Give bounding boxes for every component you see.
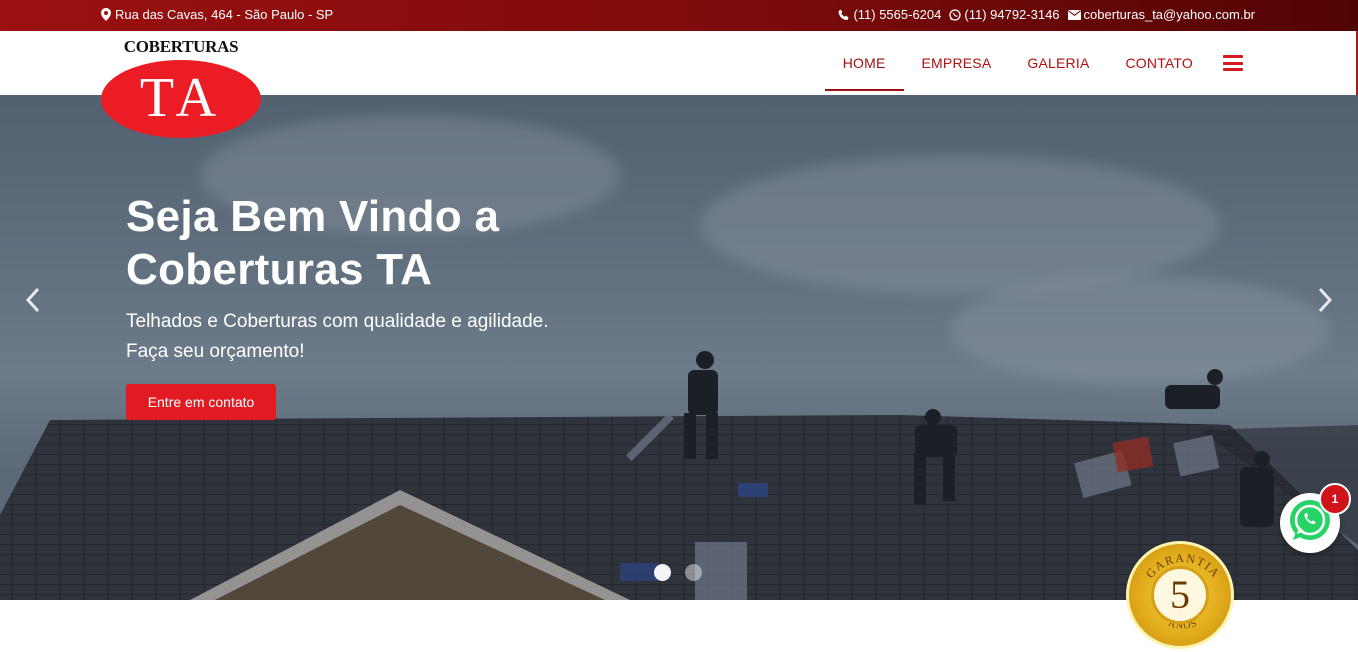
hero-title: Seja Bem Vindo a Coberturas TA bbox=[126, 192, 500, 294]
hero-slider: Seja Bem Vindo a Coberturas TA Telhados … bbox=[0, 95, 1358, 600]
contact-info: (11) 5565-6204 (11) 94792-3146 cobertura… bbox=[838, 7, 1255, 22]
envelope-icon bbox=[1067, 9, 1081, 20]
map-marker-icon bbox=[101, 8, 111, 21]
address-text: Rua das Cavas, 464 - São Paulo - SP bbox=[115, 7, 334, 22]
slider-dot[interactable] bbox=[654, 564, 671, 581]
main-nav: HOME EMPRESA GALERIA CONTATO bbox=[824, 31, 1243, 95]
whatsapp-text: (11) 94792-3146 bbox=[964, 7, 1060, 22]
nav-contato[interactable]: CONTATO bbox=[1107, 35, 1211, 91]
notification-badge: 1 bbox=[1319, 483, 1351, 515]
email-contact[interactable]: coberturas_ta@yahoo.com.br bbox=[1067, 7, 1255, 22]
nav-home[interactable]: HOME bbox=[824, 35, 904, 91]
logo-top-text: COBERTURAS bbox=[123, 37, 239, 56]
seal-number: 5 bbox=[1170, 572, 1190, 617]
hero-subtitle-line1: Telhados e Coberturas com qualidade e ag… bbox=[126, 311, 549, 332]
logo-oval: TA bbox=[101, 60, 261, 138]
top-bar: Rua das Cavas, 464 - São Paulo - SP (11)… bbox=[0, 0, 1358, 31]
slider-dot[interactable] bbox=[685, 564, 702, 581]
logo-main-text: TA bbox=[139, 67, 223, 129]
slider-dots bbox=[654, 564, 702, 581]
phone-contact[interactable]: (11) 5565-6204 bbox=[838, 7, 941, 22]
hero-subtitle-line2: Faça seu orçamento! bbox=[126, 341, 305, 362]
nav-galeria[interactable]: GALERIA bbox=[1009, 35, 1107, 91]
whatsapp-icon bbox=[949, 8, 962, 21]
whatsapp-contact[interactable]: (11) 94792-3146 bbox=[949, 7, 1060, 22]
seal-center: 5 bbox=[1151, 566, 1209, 624]
chevron-left-icon[interactable] bbox=[18, 285, 48, 315]
logo[interactable]: COBERTURAS TA bbox=[100, 31, 262, 141]
chevron-right-icon[interactable] bbox=[1310, 285, 1340, 315]
contact-cta-button[interactable]: Entre em contato bbox=[126, 384, 276, 420]
nav-empresa[interactable]: EMPRESA bbox=[904, 35, 1010, 91]
hamburger-icon[interactable] bbox=[1223, 55, 1243, 71]
email-text: coberturas_ta@yahoo.com.br bbox=[1083, 7, 1255, 22]
hero-subtitle: Telhados e Coberturas com qualidade e ag… bbox=[126, 307, 549, 367]
phone-text: (11) 5565-6204 bbox=[853, 7, 942, 22]
address: Rua das Cavas, 464 - São Paulo - SP bbox=[101, 7, 333, 22]
phone-icon bbox=[838, 9, 850, 21]
